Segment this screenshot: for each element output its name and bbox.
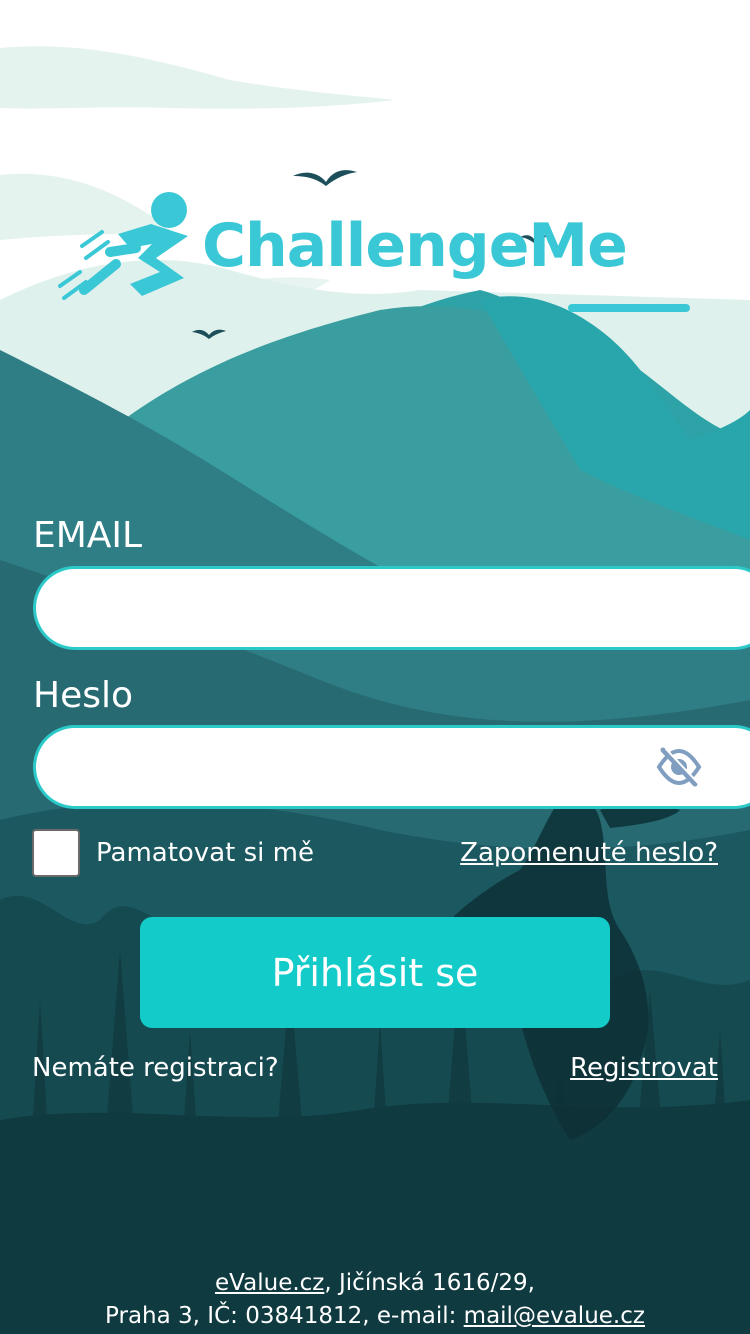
footer-company-info: Praha 3, IČ: 03841812, e-mail: bbox=[105, 1303, 464, 1329]
footer-email-link[interactable]: mail@evalue.cz bbox=[464, 1303, 645, 1329]
remember-me-label: Pamatovat si mě bbox=[96, 838, 314, 868]
email-input[interactable] bbox=[33, 566, 750, 650]
footer-line-2: Praha 3, IČ: 03841812, e-mail: mail@eval… bbox=[0, 1303, 750, 1329]
footer-address: , Jičínská 1616/29, bbox=[324, 1270, 535, 1296]
password-input[interactable] bbox=[33, 725, 750, 809]
challengeme-logo: ChallengeMe bbox=[56, 186, 696, 326]
eye-off-icon[interactable] bbox=[656, 747, 702, 787]
email-label: EMAIL bbox=[33, 515, 143, 556]
forgot-password-link[interactable]: Zapomenuté heslo? bbox=[460, 838, 718, 868]
footer-line-1: eValue.cz, Jičínská 1616/29, bbox=[0, 1270, 750, 1296]
runner-logo-icon bbox=[58, 192, 188, 300]
no-account-text: Nemáte registraci? bbox=[32, 1053, 279, 1083]
company-link[interactable]: eValue.cz bbox=[215, 1270, 324, 1296]
logo-text: ChallengeMe bbox=[202, 211, 628, 281]
login-button[interactable]: Přihlásit se bbox=[140, 917, 610, 1028]
remember-me-checkbox[interactable] bbox=[32, 829, 80, 877]
register-link[interactable]: Registrovat bbox=[570, 1053, 718, 1083]
password-label: Heslo bbox=[33, 675, 134, 716]
logo-underline bbox=[568, 304, 690, 312]
